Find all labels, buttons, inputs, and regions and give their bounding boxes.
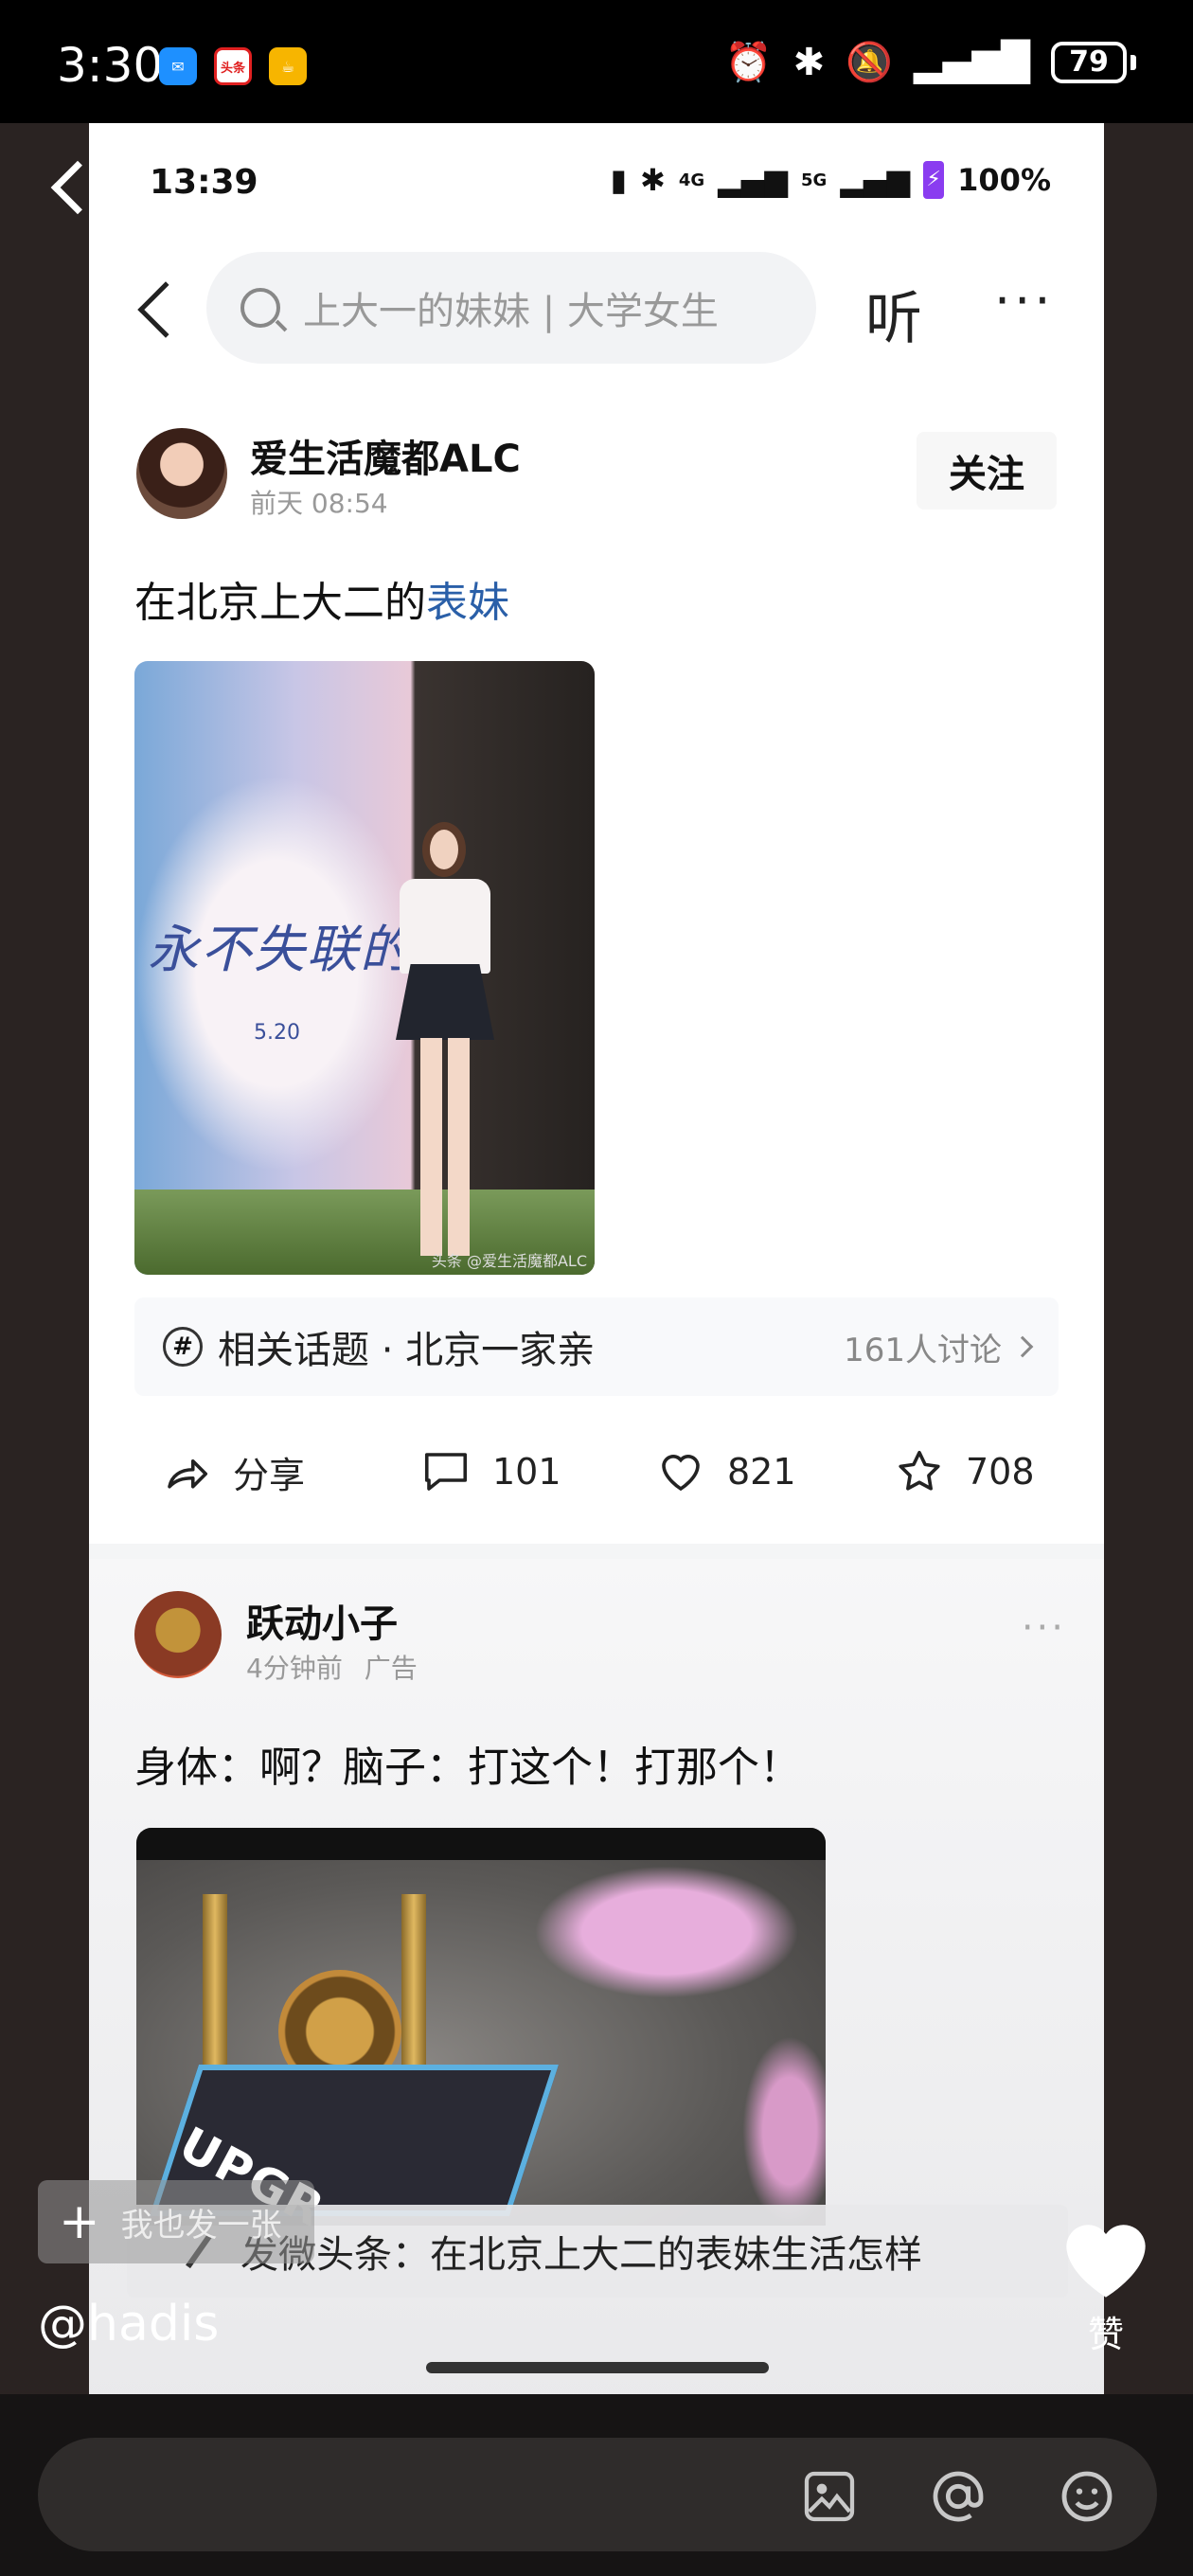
- bottom-input-bar: [0, 2394, 1193, 2576]
- favorite-button[interactable]: 708: [894, 1424, 1035, 1519]
- image-icon[interactable]: [799, 2466, 860, 2527]
- device-battery: 79: [1051, 41, 1127, 83]
- person-legs: [420, 1038, 470, 1256]
- side-like-button[interactable]: 赞: [1059, 2214, 1153, 2357]
- topic-label: 相关话题 · 北京一家亲: [218, 1329, 596, 1372]
- video-pink-blob: [534, 1866, 799, 1998]
- search-icon: [240, 288, 280, 328]
- compose-label: 发微头条：在北京上大二的表妹生活怎样: [240, 2233, 922, 2277]
- vibrate-icon: ▮: [610, 162, 628, 198]
- post-text: 身体：啊？脑子：打这个！打那个！: [134, 1744, 801, 1792]
- search-placeholder: 上大一的妹妹 | 大学女生: [303, 290, 719, 333]
- comment-button[interactable]: 101: [420, 1424, 561, 1519]
- avatar[interactable]: [134, 1591, 222, 1678]
- app-screen: 13:39 ▮ ✱ 4G ▂▄▆ 5G ▂▄▆ ⚡ 100% 上大一的妹妹 | …: [89, 123, 1104, 2394]
- search-bar[interactable]: 上大一的妹妹 | 大学女生: [206, 252, 816, 364]
- follow-button[interactable]: 关注: [917, 432, 1057, 510]
- post-also-button[interactable]: + 我也发一张: [38, 2180, 314, 2263]
- post-also-label: 我也发一张: [120, 2206, 282, 2245]
- person-head: [422, 822, 466, 877]
- ad-label: 广告: [364, 1653, 418, 1684]
- photo-person: [371, 822, 513, 1258]
- comment-icon: [424, 1453, 468, 1491]
- avatar[interactable]: [136, 428, 227, 519]
- share-label: 分享: [233, 1454, 306, 1496]
- inner-status-bar: 13:39 ▮ ✱ 4G ▂▄▆ 5G ▂▄▆ ⚡ 100%: [89, 123, 1104, 246]
- like-button[interactable]: 821: [655, 1424, 796, 1519]
- topic-hash-icon: #: [163, 1327, 203, 1367]
- star-icon: [899, 1450, 940, 1491]
- post-text: 在北京上大二的表妹: [134, 568, 509, 629]
- post-photo[interactable]: 永不失联的爱 5.20 头条 @爱生活魔都ALC: [134, 661, 595, 1275]
- network-5g-label: 5G: [801, 170, 828, 190]
- video-pink-blob: [742, 2036, 826, 2226]
- feed-divider: [89, 1544, 1104, 1559]
- listen-button[interactable]: 听: [865, 273, 922, 355]
- ad-video[interactable]: UPGR: [136, 1828, 826, 2226]
- mute-icon: 🔕: [846, 41, 893, 84]
- like-count: 821: [727, 1451, 796, 1493]
- signal-icon: ▂▄▆: [718, 162, 788, 198]
- alarm-icon: ⏰: [724, 41, 773, 84]
- signal-icon: ▂▄▆: [840, 162, 911, 198]
- share-icon: [168, 1458, 208, 1489]
- post-time: 前天 08:54: [250, 488, 388, 519]
- poster-date: 5.20: [254, 1021, 300, 1045]
- toutiao-icon: 头条: [214, 47, 252, 85]
- author-name[interactable]: 爱生活魔都ALC: [250, 428, 521, 483]
- tea-icon: ☕: [269, 47, 307, 85]
- photo-watermark: 头条 @爱生活魔都ALC: [431, 1252, 587, 1270]
- post-text-prefix: 在北京上大二的: [134, 579, 426, 627]
- more-icon[interactable]: ···: [1022, 1606, 1066, 1650]
- favorite-count: 708: [966, 1451, 1035, 1493]
- home-indicator[interactable]: [426, 2362, 769, 2373]
- inner-clock: 13:39: [150, 163, 258, 202]
- charging-icon: ⚡: [923, 161, 945, 199]
- emoji-icon[interactable]: [1057, 2466, 1117, 2527]
- person-shirt: [400, 879, 490, 974]
- post-meta: 4分钟前 广告: [246, 1648, 418, 1686]
- post-actions: 分享 101 821 708: [89, 1424, 1104, 1519]
- heart-icon: [1066, 2225, 1146, 2298]
- video-top-bar: [136, 1828, 826, 1860]
- topic-count: 161人讨论: [844, 1331, 1002, 1369]
- chevron-right-icon: [1011, 1335, 1034, 1358]
- network-4g-label: 4G: [678, 170, 705, 190]
- inner-battery: 100%: [957, 162, 1051, 198]
- user-handle: @hadis: [38, 2296, 220, 2352]
- inner-status-icons: ▮ ✱ 4G ▂▄▆ 5G ▂▄▆ ⚡ 100%: [610, 161, 1051, 199]
- related-topic[interactable]: # 相关话题 · 北京一家亲 161人讨论: [134, 1297, 1059, 1396]
- side-like-label: 赞: [1087, 2314, 1124, 2355]
- author-name[interactable]: 跃动小子: [246, 1593, 398, 1648]
- back-icon[interactable]: [137, 281, 194, 338]
- top-nav: 上大一的妹妹 | 大学女生 听 ···: [89, 252, 1104, 366]
- more-icon[interactable]: ···: [994, 271, 1055, 331]
- comment-count: 101: [492, 1451, 561, 1493]
- person-skirt: [396, 964, 494, 1040]
- battery-tip: [1131, 54, 1136, 70]
- comment-input[interactable]: [38, 2438, 1157, 2551]
- share-button[interactable]: 分享: [161, 1424, 305, 1519]
- heart-icon: [662, 1455, 700, 1492]
- device-status-icons: ⏰ ✱ 🔕 ▂▄▆█ 79: [725, 40, 1136, 84]
- bluetooth-icon: ✱: [640, 162, 666, 198]
- device-status-bar: 3:30 ✉ 头条 ☕ ⏰ ✱ 🔕 ▂▄▆█ 79: [0, 0, 1193, 123]
- post-time: 4分钟前: [246, 1653, 343, 1684]
- bluetooth-icon: ✱: [792, 40, 826, 84]
- post-text-link[interactable]: 表妹: [426, 579, 509, 627]
- signal-icon: ▂▄▆█: [913, 40, 1030, 84]
- plus-icon: +: [59, 2193, 100, 2250]
- message-icon: ✉: [159, 47, 197, 85]
- device-clock: 3:30: [57, 38, 164, 93]
- at-icon[interactable]: [928, 2466, 988, 2527]
